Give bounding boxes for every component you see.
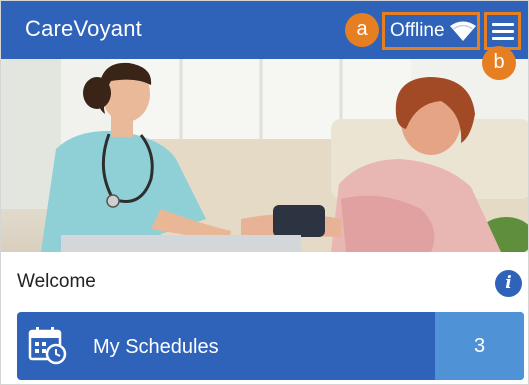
app-title: CareVoyant [25,16,142,41]
menu-button[interactable] [484,12,521,50]
info-icon-glyph: i [505,273,512,293]
app-screen: CareVoyant Offline a b Welcome i My Sche… [0,0,529,385]
connection-status[interactable]: Offline [382,12,480,50]
hero-image [1,59,528,252]
callout-badge-a: a [345,13,379,47]
info-icon[interactable]: i [495,270,522,297]
nurse-patient-photo [1,59,528,252]
calendar-clock-icon [28,327,67,365]
my-schedules-button[interactable]: My Schedules 3 [17,312,524,380]
wifi-icon [450,21,476,41]
my-schedules-label: My Schedules [93,336,219,358]
welcome-heading: Welcome [17,271,96,292]
callout-badge-b: b [482,46,516,80]
schedule-count: 3 [473,335,486,357]
status-text: Offline [390,20,445,41]
app-bar: CareVoyant Offline [1,1,528,59]
schedule-count-badge: 3 [435,312,524,380]
